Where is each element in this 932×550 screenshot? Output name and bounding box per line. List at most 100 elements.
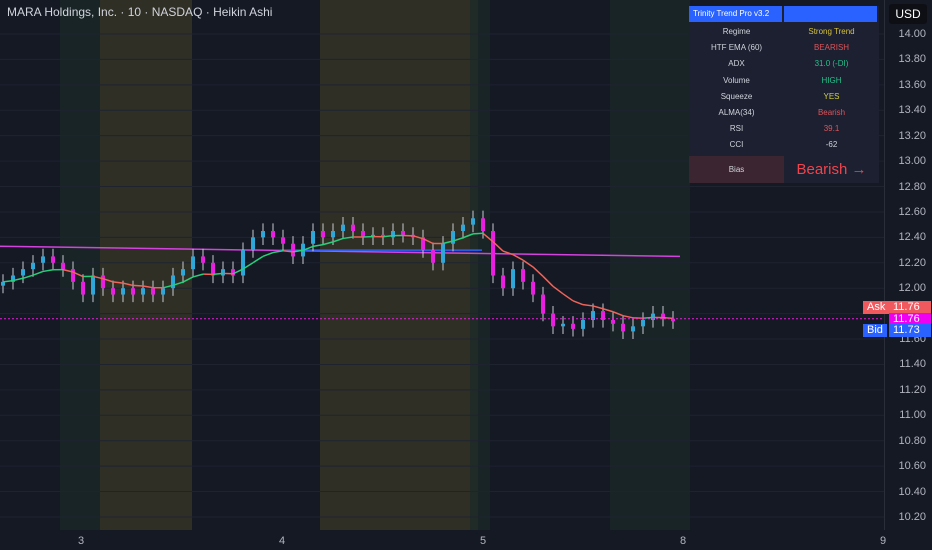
candle: [101, 275, 105, 289]
candle: [621, 323, 625, 332]
row-value: -62: [825, 140, 838, 150]
row-value: HIGH: [821, 75, 842, 85]
candle: [531, 281, 535, 295]
price-tick: 10.80: [898, 434, 926, 447]
row-label: CCI: [729, 140, 744, 150]
ask-label: Ask: [863, 301, 890, 314]
price-tick: 12.00: [898, 282, 926, 295]
candle: [461, 224, 465, 232]
candle: [311, 231, 315, 244]
candle: [21, 269, 25, 276]
price-tick: 13.60: [898, 78, 926, 91]
candle: [281, 237, 285, 244]
candle: [111, 288, 115, 295]
candle: [571, 323, 575, 329]
price-tick: 12.60: [898, 205, 926, 218]
ema-segment: [472, 232, 484, 235]
price-tick: 13.20: [898, 129, 926, 142]
price-tick: 11.20: [899, 383, 926, 396]
candle: [491, 231, 495, 276]
row-label: RSI: [729, 124, 744, 134]
candle: [631, 326, 635, 332]
candle: [431, 250, 435, 263]
candle: [471, 218, 475, 225]
bid-price: 11.73: [889, 324, 931, 337]
row-value: Bearish: [817, 107, 846, 117]
candle: [501, 275, 505, 289]
candle: [201, 256, 205, 263]
row-value: Strong Trend: [808, 27, 855, 36]
row-label: Regime: [722, 27, 751, 36]
candle: [121, 288, 125, 295]
session-highlight: [320, 0, 478, 530]
trend-table: Trinity Trend Pro v3.2 Regime Strong Tren…: [689, 6, 879, 183]
candle: [81, 281, 85, 295]
ema-segment: [532, 266, 544, 277]
row-label: Volume: [723, 75, 750, 85]
candle: [271, 231, 275, 238]
candle: [541, 294, 545, 314]
row-value: BEARISH: [813, 43, 850, 53]
candle: [151, 288, 155, 295]
table-row: ALMA(34) Bearish: [689, 105, 879, 121]
candle: [291, 243, 295, 257]
ema-segment: [582, 303, 594, 307]
ema-segment: [262, 251, 274, 258]
table-row: CCI -62: [689, 137, 879, 153]
price-tick: 12.80: [898, 180, 926, 193]
ema-segment: [192, 273, 204, 278]
ema-segment: [642, 316, 654, 319]
candle: [41, 256, 45, 263]
row-label: HTF EMA (60): [710, 43, 763, 53]
time-tick: 5: [480, 535, 487, 547]
price-tick: 13.00: [898, 155, 926, 168]
ema-segment: [212, 272, 224, 276]
ema-segment: [572, 300, 584, 306]
candle: [241, 250, 245, 276]
session-highlight: [100, 0, 192, 530]
candle: [91, 275, 95, 295]
time-tick: 4: [279, 535, 286, 547]
price-tick: 13.80: [898, 53, 926, 66]
price-tick: 11.40: [899, 358, 926, 371]
price-tick: 10.20: [898, 510, 926, 523]
candle: [341, 224, 345, 232]
row-value: 39.1: [823, 124, 840, 134]
row-label: ALMA(34): [718, 107, 755, 117]
ema-segment: [32, 270, 44, 276]
table-row: ADX 31.0 (-DI): [689, 56, 879, 72]
table-title: Trinity Trend Pro v3.2: [689, 6, 782, 22]
price-tick: 12.20: [898, 256, 926, 269]
price-tick: 13.40: [898, 104, 926, 117]
candle: [641, 319, 645, 327]
candle: [441, 243, 445, 263]
candle: [131, 288, 135, 295]
currency-button[interactable]: USD: [889, 4, 927, 24]
candle: [51, 256, 55, 263]
ema-segment: [132, 284, 144, 287]
price-tick: 11.00: [899, 409, 926, 422]
candle: [551, 313, 555, 327]
volume-band: [610, 0, 690, 530]
ema-segment: [252, 255, 264, 264]
ema-segment: [552, 285, 564, 295]
ema-segment: [42, 268, 54, 273]
candle: [401, 231, 405, 235]
candle: [561, 323, 565, 327]
candle: [61, 262, 65, 270]
candle: [261, 231, 265, 238]
candle: [611, 319, 615, 324]
table-row: Regime Strong Trend: [689, 24, 879, 40]
row-label: ADX: [728, 59, 745, 69]
candle: [181, 269, 185, 276]
bias-label: Bias: [689, 155, 784, 183]
row-value: 31.0 (-DI): [814, 59, 849, 69]
bid-label: Bid: [863, 324, 887, 337]
bias-value: Bearish →: [796, 160, 867, 178]
candle: [481, 218, 485, 232]
ema-segment: [592, 305, 604, 310]
candle: [221, 269, 225, 276]
chart-title: MARA Holdings, Inc. · 10 · NASDAQ · Heik…: [7, 5, 273, 19]
price-tick: 10.60: [898, 460, 926, 473]
ema-segment: [522, 259, 534, 268]
